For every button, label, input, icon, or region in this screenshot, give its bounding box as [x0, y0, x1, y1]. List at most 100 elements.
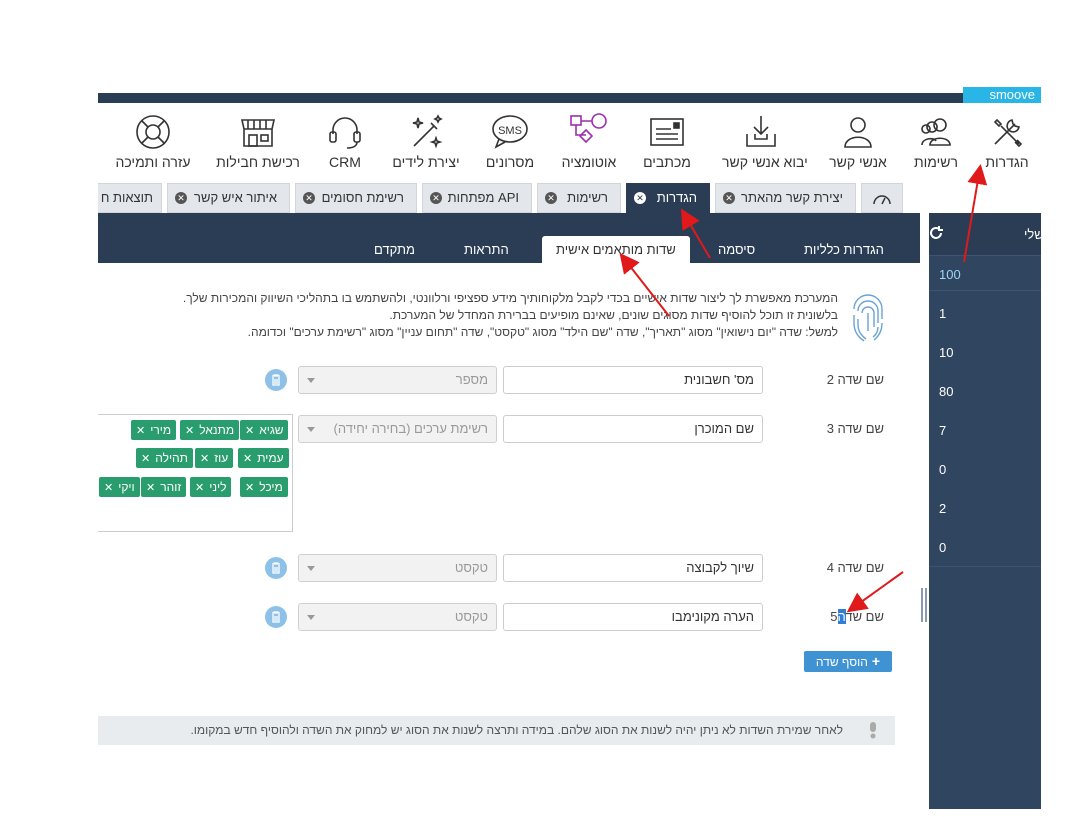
store-icon: [241, 119, 275, 147]
right-panel-title: שלי: [1024, 227, 1044, 242]
gauge-icon: [873, 195, 891, 205]
value-tag: ויקי✕: [99, 477, 140, 497]
close-icon[interactable]: ✕: [545, 192, 557, 204]
toolbar-buy-packages-label: רכישת חבילות: [216, 154, 300, 170]
toolbar-import-contacts[interactable]: יבוא אנשי קשר: [722, 112, 808, 170]
tab-blocked-list[interactable]: ✕ רשימת חסומים: [295, 183, 417, 213]
tab-api-keys[interactable]: ✕ מפתחות API: [422, 183, 532, 213]
field-name-input[interactable]: מס' חשבונית: [503, 366, 763, 394]
close-icon[interactable]: ✕: [303, 192, 315, 204]
toolbar-newsletters[interactable]: מכתבים: [629, 112, 705, 170]
trash-icon[interactable]: [265, 606, 287, 628]
toolbar-crm[interactable]: CRM: [307, 112, 383, 170]
tab-find-contact[interactable]: ✕ איתור איש קשר: [167, 183, 290, 213]
trash-icon[interactable]: [265, 369, 287, 391]
right-value: 1: [939, 306, 947, 321]
field-label: שם שדה 3: [826, 421, 884, 436]
field-name-input[interactable]: שם המוכרן: [503, 415, 763, 443]
remove-tag-icon[interactable]: ✕: [141, 453, 150, 465]
field-type-select[interactable]: רשימת ערכים (בחירה יחידה): [298, 415, 497, 443]
remove-tag-icon[interactable]: ✕: [243, 453, 252, 465]
value-tag: שגיא✕: [240, 420, 289, 440]
field-type-select[interactable]: טקסט: [298, 603, 497, 631]
right-value: 100: [939, 267, 961, 282]
add-field-button[interactable]: +הוסף שדה: [804, 651, 892, 672]
remove-tag-icon[interactable]: ✕: [136, 425, 145, 437]
description-line: המערכת מאפשרת לך ליצור שדות אישיים בכדי …: [182, 291, 838, 305]
close-icon[interactable]: ✕: [430, 192, 442, 204]
exclamation-icon: [870, 722, 876, 739]
toolbar-lists[interactable]: רשימות: [898, 112, 974, 170]
field-type-select[interactable]: מספר: [298, 366, 497, 394]
tab-contact-form[interactable]: ✕ יצירת קשר מהאתר: [715, 183, 856, 213]
close-icon[interactable]: ✕: [634, 192, 646, 204]
toolbar-buy-packages[interactable]: רכישת חבילות: [216, 112, 300, 170]
sms-icon: SMS: [492, 115, 528, 149]
remove-tag-icon[interactable]: ✕: [200, 453, 209, 465]
subtab-general-settings[interactable]: הגדרות כלליות: [804, 236, 884, 263]
remove-tag-icon[interactable]: ✕: [104, 482, 113, 494]
right-divider: [929, 290, 1041, 291]
field-name-input[interactable]: שיוך לקבוצה: [503, 554, 763, 582]
subtab-password[interactable]: סיסמה: [718, 236, 755, 263]
toolbar-automation[interactable]: אוטומציה: [551, 112, 627, 170]
toolbar-contacts[interactable]: אנשי קשר: [820, 112, 896, 170]
tab-find-contact-label: איתור איש קשר: [194, 190, 277, 205]
tools-icon: [993, 118, 1023, 148]
subtab-alerts[interactable]: התראות: [464, 236, 509, 263]
trash-icon[interactable]: [265, 557, 287, 579]
field-type-select[interactable]: טקסט: [298, 554, 497, 582]
tab-results[interactable]: תוצאות ח: [98, 183, 162, 213]
automation-icon: [570, 113, 607, 144]
field-type-value: רשימת ערכים (בחירה יחידה): [333, 421, 488, 436]
subtab-custom-fields[interactable]: שדות מותאמים אישית: [542, 236, 690, 263]
value-tag: תהילה✕: [136, 448, 193, 468]
tab-blocked-list-label: רשימת חסומים: [321, 190, 404, 205]
toolbar-lead-generation-label: יצירת לידים: [392, 154, 460, 170]
tab-lists-label: רשימות: [567, 190, 608, 205]
field-type-value: טקסט: [454, 560, 488, 575]
remove-tag-icon[interactable]: ✕: [146, 482, 155, 494]
toolbar-help-label: עזרה ותמיכה: [115, 154, 191, 170]
value-tag: זוהר✕: [141, 477, 187, 497]
field-type-value: טקסט: [454, 609, 488, 624]
chevron-down-icon: [307, 378, 315, 383]
toolbar-lead-generation[interactable]: יצירת לידים: [388, 112, 464, 170]
right-divider: [929, 255, 1041, 256]
toolbar-newsletters-label: מכתבים: [643, 154, 691, 170]
tab-contact-form-label: יצירת קשר מהאתר: [741, 190, 843, 205]
value-tag: מיכל✕: [240, 477, 288, 497]
remove-tag-icon[interactable]: ✕: [185, 425, 194, 437]
right-value: 2: [939, 501, 947, 516]
tab-results-label: תוצאות ח: [100, 190, 153, 205]
tab-dashboard[interactable]: [861, 183, 903, 213]
field-label: שם שדה 2: [826, 372, 884, 387]
toolbar-settings[interactable]: הגדרות: [969, 112, 1045, 170]
toolbar-settings-label: הגדרות: [985, 154, 1029, 170]
close-icon[interactable]: ✕: [723, 192, 735, 204]
toolbar-sms-label: מסרונים: [485, 154, 535, 170]
tab-settings-label: הגדרות: [656, 190, 697, 205]
warning-notice: לאחר שמירת השדות לא ניתן יהיה לשנות את ה…: [98, 716, 895, 745]
tab-settings[interactable]: ✕ הגדרות: [626, 183, 710, 213]
field-name-input[interactable]: הערה מקונימבו: [503, 603, 763, 631]
right-value: 0: [939, 540, 947, 555]
right-value: 80: [939, 384, 954, 399]
toolbar-help-support[interactable]: עזרה ותמיכה: [112, 112, 194, 170]
remove-tag-icon[interactable]: ✕: [195, 482, 204, 494]
remove-tag-icon[interactable]: ✕: [245, 425, 254, 437]
refresh-icon[interactable]: [928, 225, 944, 241]
remove-tag-icon[interactable]: ✕: [245, 482, 254, 494]
toolbar-lists-label: רשימות: [914, 154, 958, 170]
close-icon[interactable]: ✕: [175, 192, 187, 204]
tab-lists[interactable]: ✕ רשימות: [537, 183, 621, 213]
subtab-advanced[interactable]: מתקדם: [374, 236, 415, 263]
panel-resize-handle[interactable]: [921, 588, 927, 622]
user-icon: [844, 117, 872, 148]
right-divider: [929, 566, 1041, 567]
value-tag: מירי✕: [131, 420, 177, 440]
value-tag: מתנאל✕: [180, 420, 240, 440]
import-icon: [746, 116, 776, 147]
toolbar-sms[interactable]: SMS מסרונים: [472, 112, 548, 170]
newsletter-icon: [650, 118, 684, 146]
